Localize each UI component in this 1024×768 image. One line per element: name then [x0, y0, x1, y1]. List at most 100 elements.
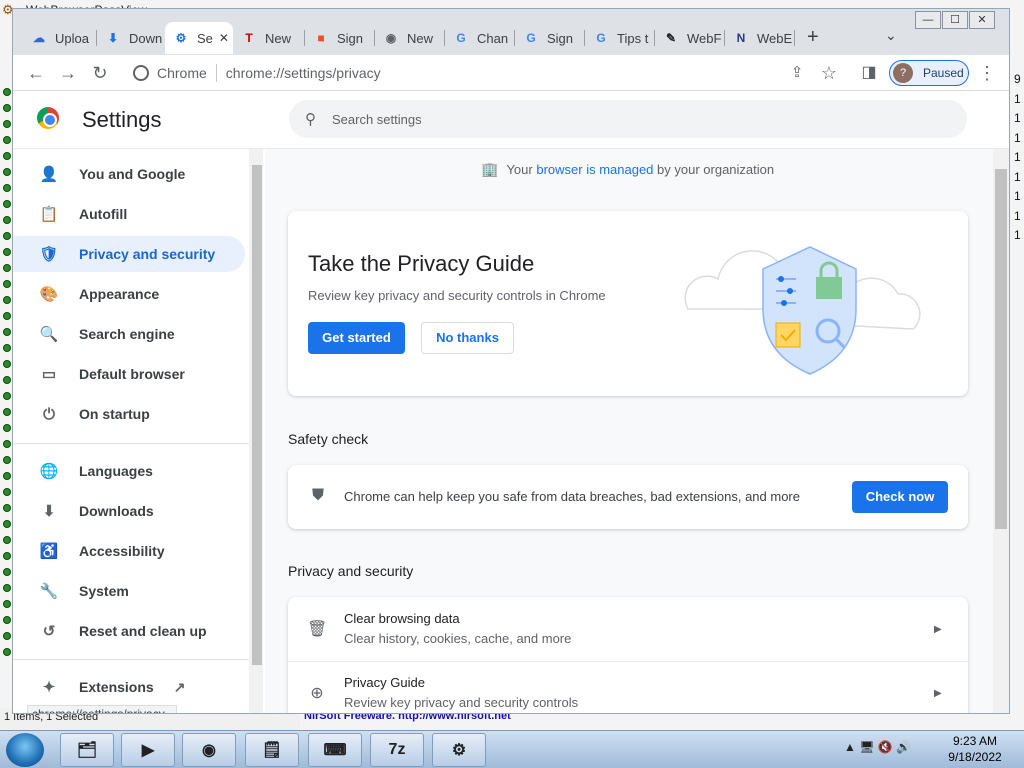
tab-8[interactable]: G Sign [515, 22, 585, 54]
sidebar-item-reset-and-clean-up[interactable]: ↺ Reset and clean up [13, 613, 245, 649]
tab-1[interactable]: ☁ Uploa [23, 22, 97, 54]
profile-status: Paused [923, 66, 964, 80]
7zip-icon[interactable]: 7z [370, 733, 424, 767]
webe-icon: N [736, 31, 746, 45]
tab-strip: — ☐ ✕ ☁ Uploa ⬇ Down ⚙ Se ✕ T New ■ Sign ◉ New G Chan G… [13, 9, 1009, 55]
main-scrollbar-thumb[interactable] [995, 169, 1007, 529]
google-icon: G [596, 31, 606, 45]
tab-10[interactable]: ✎ WebF [655, 22, 725, 54]
sidebar-item-label: Downloads [79, 503, 154, 519]
keyboard-icon[interactable]: ⌨ [308, 733, 362, 767]
privacy-guide-illustration [684, 246, 921, 375]
start-button[interactable] [6, 733, 44, 767]
sidebar-item-on-startup[interactable]: ⏻ On startup [13, 396, 245, 432]
new-tab-button[interactable]: + [807, 26, 819, 49]
tab-label: Sign [547, 30, 574, 46]
background-number: 1 [1014, 150, 1021, 164]
chrome-icon[interactable]: ◉ [182, 733, 236, 767]
tab-label: New [265, 30, 292, 46]
managed-text-post: by your organization [657, 162, 775, 177]
bookmark-star-icon[interactable]: ☆ [817, 61, 841, 85]
back-button[interactable]: ← [24, 61, 48, 85]
tab-separator [794, 30, 795, 46]
tab-5[interactable]: ■ Sign [305, 22, 375, 54]
privacy-section-heading: Privacy and security [288, 563, 414, 579]
shield-icon: 🛡 [39, 246, 59, 263]
sidebar-item-autofill[interactable]: 📋 Autofill [13, 196, 245, 232]
sidebar-item-languages[interactable]: 🌐 Languages [13, 453, 245, 489]
puzzle-icon: ✦ [42, 679, 56, 696]
sidebar-item-accessibility[interactable]: ♿ Accessibility [13, 533, 245, 569]
privacy-row[interactable] [288, 597, 968, 661]
tab-6[interactable]: ◉ New [375, 22, 445, 54]
tab-label: WebF [687, 30, 722, 46]
tab-label: WebE [757, 30, 793, 46]
sidebar-item-search-engine[interactable]: 🔍 Search engine [13, 316, 245, 352]
minimize-button[interactable]: — [915, 11, 941, 29]
download-icon: ⬇ [42, 503, 56, 520]
sticky-notes-icon[interactable]: 🗒 [245, 733, 299, 767]
feather-icon: ✎ [665, 31, 677, 45]
maximize-button[interactable]: ☐ [942, 11, 968, 29]
sidebar-item-label: Reset and clean up [79, 623, 207, 639]
reload-button[interactable]: ↻ [88, 61, 112, 85]
forward-button[interactable]: → [56, 61, 80, 85]
close-window-button[interactable]: ✕ [969, 11, 995, 29]
url-text[interactable]: chrome://settings/privacy [226, 65, 381, 81]
close-tab-icon[interactable]: ✕ [219, 31, 229, 45]
tab-3[interactable]: ⚙ Se ✕ [165, 22, 233, 54]
sidebar-item-downloads[interactable]: ⬇ Downloads [13, 493, 245, 529]
check-now-button[interactable]: Check now [852, 481, 948, 513]
tab-2[interactable]: ⬇ Down [97, 22, 165, 54]
privacy-row-subtitle: Review key privacy and security controls [344, 695, 579, 710]
open-in-new-icon: ↗ [173, 678, 186, 695]
system-tray[interactable]: ▲ 🖥 🔇 🔊 [844, 740, 911, 754]
tab-label: Chan [477, 30, 509, 46]
sidebar-item-label: Autofill [79, 206, 128, 222]
nirsoft-app-icon[interactable]: ⚙ [432, 733, 486, 767]
sidebar-item-you-and-google[interactable]: 👤 You and Google [13, 156, 245, 192]
profile-button[interactable]: ? Paused [889, 60, 969, 86]
media-player-icon[interactable]: ▶ [121, 733, 175, 767]
get-started-button[interactable]: Get started [308, 322, 405, 354]
sidebar-item-label: System [79, 583, 129, 599]
no-thanks-button[interactable]: No thanks [421, 322, 514, 354]
chrome-menu-icon[interactable]: ⋮ [975, 61, 999, 85]
side-panel-icon[interactable]: ◨ [857, 61, 881, 85]
tab-9[interactable]: G Tips t [585, 22, 655, 54]
tab-label: Se [197, 30, 213, 46]
sidebar-item-label: Languages [79, 463, 153, 479]
tab-search-button[interactable]: ⌄ [885, 27, 897, 44]
sidebar-item-system[interactable]: 🔧 System [13, 573, 245, 609]
accessibility-icon: ♿ [39, 543, 59, 560]
sidebar-item-default-browser[interactable]: ▭ Default browser [13, 356, 245, 392]
search-settings-input[interactable]: ⚲ Search settings [289, 100, 967, 138]
settings-gear-icon: ⚙ [175, 31, 187, 45]
tab-11[interactable]: N WebE [725, 22, 795, 54]
sidebar-item-privacy-and-security[interactable]: 🛡 Privacy and security [13, 236, 245, 272]
person-icon: 👤 [39, 166, 59, 183]
clock-time[interactable]: 9:23 AM [950, 734, 1000, 748]
background-number: 1 [1014, 208, 1021, 223]
clock-date[interactable]: 9/18/2022 [945, 750, 1005, 764]
file-explorer-icon[interactable]: 🗂 [60, 733, 114, 767]
managed-text-pre: Your [506, 162, 533, 177]
privacy-row-title: Clear browsing data [344, 611, 460, 626]
search-icon: 🔍 [39, 326, 59, 343]
sidebar-divider [13, 659, 249, 660]
tab-4[interactable]: T New [233, 22, 305, 54]
sidebar-item-label: You and Google [79, 166, 186, 182]
settings-header: Settings ⚲ Search settings [13, 91, 1009, 149]
sidebar-item-appearance[interactable]: 🎨 Appearance [13, 276, 245, 312]
tab-label: Tips t [617, 30, 649, 46]
sidebar-scrollbar-thumb[interactable] [252, 165, 262, 665]
clipboard-icon: 📋 [39, 206, 59, 223]
share-icon[interactable]: ⇪ [785, 61, 809, 85]
managed-link[interactable]: browser is managed [536, 162, 653, 177]
tab-7[interactable]: G Chan [445, 22, 515, 54]
google-icon: G [456, 31, 466, 45]
sidebar-item-extensions[interactable]: ✦ Extensions ↗ [13, 669, 245, 705]
background-number: 1 [1014, 91, 1021, 106]
search-placeholder: Search settings [332, 111, 422, 127]
address-bar[interactable]: Chrome chrome://settings/privacy [123, 59, 851, 87]
